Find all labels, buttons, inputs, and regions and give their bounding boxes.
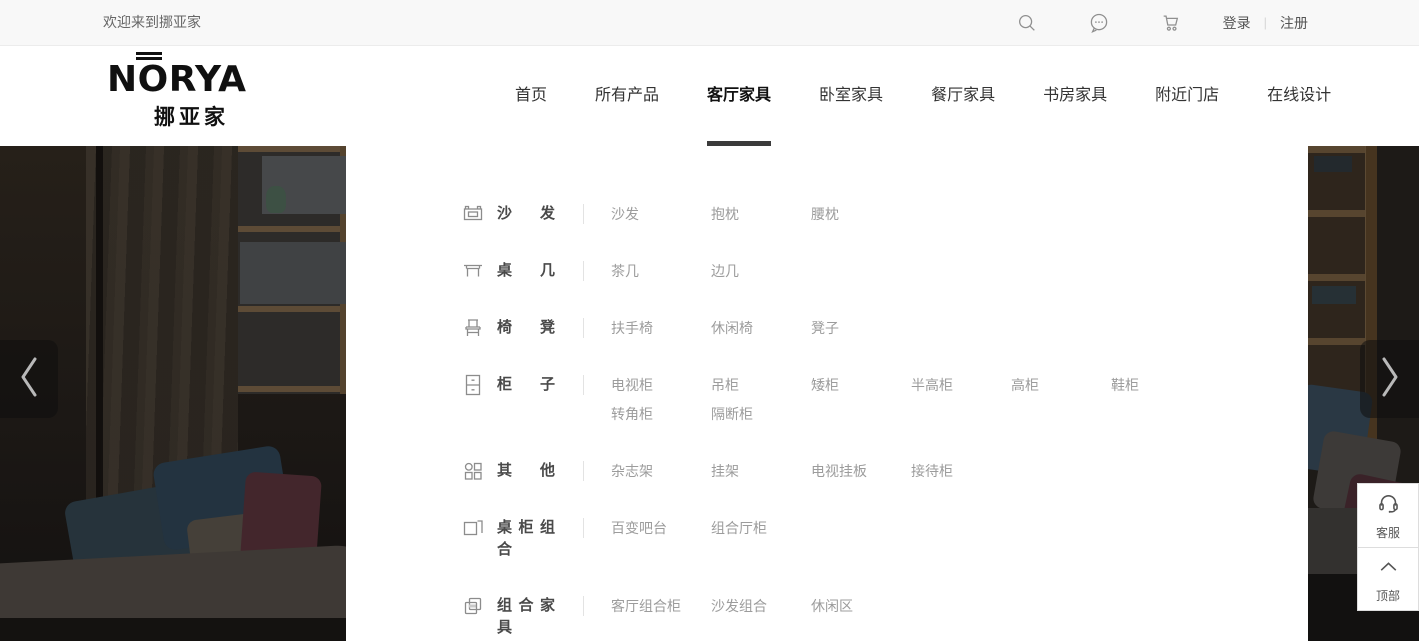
overlap-squares-icon (462, 595, 484, 617)
category-items: 客厅组合柜沙发组合休闲区 (611, 595, 911, 618)
category-divider (583, 375, 584, 395)
menu-item-link[interactable]: 转角柜 (611, 403, 711, 425)
nav-item[interactable]: 首页 (515, 46, 547, 146)
brand-name-en: NORYA (107, 59, 246, 100)
nav-item[interactable]: 附近门店 (1155, 46, 1219, 146)
table-cabinet-icon (462, 517, 484, 539)
chair-icon (462, 317, 484, 339)
menu-item-link[interactable]: 杂志架 (611, 460, 711, 482)
category-divider (583, 518, 584, 538)
menu-category-row: 桌柜组合 百变吧台组合厅柜 (346, 517, 1308, 561)
category-items: 百变吧台组合厅柜 (611, 517, 811, 540)
category-menu: 沙发沙发抱枕腰枕桌几茶几边几椅凳扶手椅休闲椅凳子柜子电视柜吊柜矮柜半高柜高柜鞋柜… (346, 146, 1308, 639)
main-nav: 首页所有产品客厅家具卧室家具餐厅家具书房家具附近门店在线设计 (515, 46, 1379, 146)
topbar: 欢迎来到挪亚家 登录 | 注册 (0, 0, 1419, 46)
carousel-next-button[interactable] (1360, 340, 1419, 418)
menu-item-link[interactable]: 隔断柜 (711, 403, 811, 425)
menu-item-link[interactable]: 休闲区 (811, 595, 911, 617)
menu-item-link[interactable]: 鞋柜 (1111, 374, 1211, 396)
chevron-left-icon (15, 353, 43, 406)
category-divider (583, 261, 584, 281)
menu-item-link[interactable]: 腰枕 (811, 203, 911, 225)
category-label[interactable]: 其他 (497, 460, 555, 482)
brand-name-cn: 挪亚家 (107, 101, 246, 131)
menu-item-link[interactable]: 茶几 (611, 260, 711, 282)
message-icon[interactable] (1088, 12, 1110, 34)
menu-category-row: 椅凳 扶手椅休闲椅凳子 (346, 317, 1308, 340)
category-divider (583, 461, 584, 481)
menu-item-link[interactable]: 电视柜 (611, 374, 711, 396)
topbar-actions: 登录 | 注册 (1016, 0, 1308, 45)
logo-o-bars-decoration (136, 52, 162, 60)
menu-item-link[interactable]: 半高柜 (911, 374, 1011, 396)
nav-item[interactable]: 卧室家具 (819, 46, 883, 146)
category-divider (583, 204, 584, 224)
mega-menu-panel: 沙发沙发抱枕腰枕桌几茶几边几椅凳扶手椅休闲椅凳子柜子电视柜吊柜矮柜半高柜高柜鞋柜… (346, 146, 1308, 641)
category-items: 茶几边几 (611, 260, 811, 283)
table-icon (462, 260, 484, 282)
chevron-up-icon (1376, 554, 1401, 584)
cart-icon[interactable] (1160, 12, 1182, 34)
menu-item-link[interactable]: 高柜 (1011, 374, 1111, 396)
menu-item-link[interactable]: 客厅组合柜 (611, 595, 711, 617)
brand-logo[interactable]: NORYA 挪亚家 (107, 59, 246, 131)
menu-item-link[interactable]: 组合厅柜 (711, 517, 811, 539)
floating-widgets: 客服 顶部 (1357, 483, 1419, 611)
category-items: 电视柜吊柜矮柜半高柜高柜鞋柜转角柜隔断柜 (611, 374, 1211, 426)
category-label[interactable]: 桌柜组合 (497, 517, 555, 561)
menu-item-link[interactable]: 凳子 (811, 317, 911, 339)
category-label[interactable]: 组合家具 (497, 595, 555, 639)
login-link[interactable]: 登录 (1223, 13, 1251, 33)
menu-item-link[interactable]: 边几 (711, 260, 811, 282)
headset-icon (1376, 491, 1401, 521)
menu-category-row: 柜子 电视柜吊柜矮柜半高柜高柜鞋柜转角柜隔断柜 (346, 374, 1308, 426)
menu-item-link[interactable]: 挂架 (711, 460, 811, 482)
back-to-top-button[interactable]: 顶部 (1357, 547, 1419, 611)
category-items: 沙发抱枕腰枕 (611, 203, 911, 226)
menu-item-link[interactable]: 电视挂板 (811, 460, 911, 482)
cabinet-icon (462, 374, 484, 396)
menu-category-row: 桌几 茶几边几 (346, 260, 1308, 283)
grid-icon (462, 460, 484, 482)
menu-item-link[interactable]: 接待柜 (911, 460, 1011, 482)
menu-item-link[interactable]: 沙发 (611, 203, 711, 225)
customer-service-button[interactable]: 客服 (1357, 483, 1419, 547)
back-to-top-label: 顶部 (1376, 587, 1400, 604)
menu-item-link[interactable]: 休闲椅 (711, 317, 811, 339)
category-label[interactable]: 柜子 (497, 374, 555, 396)
auth-divider: | (1264, 15, 1267, 30)
category-divider (583, 596, 584, 616)
menu-item-link[interactable]: 百变吧台 (611, 517, 711, 539)
category-label[interactable]: 桌几 (497, 260, 555, 282)
nav-item[interactable]: 书房家具 (1043, 46, 1107, 146)
category-items: 扶手椅休闲椅凳子 (611, 317, 911, 340)
menu-item-link[interactable]: 抱枕 (711, 203, 811, 225)
register-link[interactable]: 注册 (1280, 13, 1308, 33)
menu-item-link[interactable]: 沙发组合 (711, 595, 811, 617)
category-label[interactable]: 椅凳 (497, 317, 555, 339)
menu-category-row: 其他 杂志架挂架电视挂板接待柜 (346, 460, 1308, 483)
menu-item-link[interactable]: 扶手椅 (611, 317, 711, 339)
nav-item[interactable]: 餐厅家具 (931, 46, 995, 146)
search-icon[interactable] (1016, 12, 1038, 34)
nav-item[interactable]: 在线设计 (1267, 46, 1331, 146)
menu-item-link[interactable]: 吊柜 (711, 374, 811, 396)
category-label[interactable]: 沙发 (497, 203, 555, 225)
nav-item[interactable]: 客厅家具 (707, 46, 771, 146)
menu-category-row: 组合家具 客厅组合柜沙发组合休闲区 (346, 595, 1308, 639)
nav-item[interactable]: 所有产品 (595, 46, 659, 146)
header: NORYA 挪亚家 首页所有产品客厅家具卧室家具餐厅家具书房家具附近门店在线设计 (0, 46, 1419, 146)
category-divider (583, 318, 584, 338)
carousel-prev-button[interactable] (0, 340, 58, 418)
welcome-text: 欢迎来到挪亚家 (103, 0, 201, 45)
chevron-right-icon (1376, 353, 1404, 406)
customer-service-label: 客服 (1376, 524, 1400, 541)
menu-category-row: 沙发沙发抱枕腰枕 (346, 203, 1308, 226)
menu-item-link[interactable]: 矮柜 (811, 374, 911, 396)
sofa-icon (462, 203, 484, 225)
category-items: 杂志架挂架电视挂板接待柜 (611, 460, 1011, 483)
